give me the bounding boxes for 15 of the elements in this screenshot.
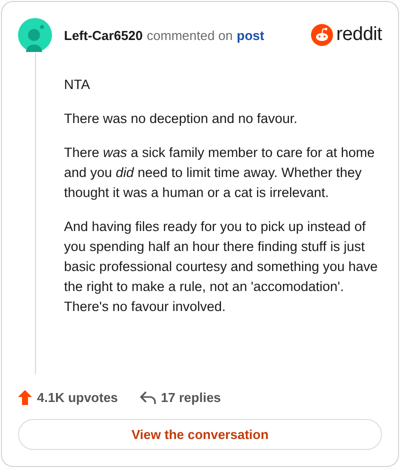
comment-paragraph: NTA: [64, 76, 91, 94]
upvote-arrow-icon[interactable]: [18, 390, 32, 405]
upvote-count: 4.1K upvotes: [37, 390, 118, 405]
view-conversation-button[interactable]: View the conversation: [18, 419, 382, 450]
comment-paragraph: And having files ready for you to pick up instead of you spending half an hour there finding stuff is just basic professional courtesy and something you have the right to make a rule, not an 'accomodation'. There's no favour involved.: [64, 218, 379, 316]
reddit-logo-icon: [311, 24, 334, 46]
post-link[interactable]: post: [236, 28, 264, 42]
comment-paragraph: There was no deception and no favour.: [64, 110, 298, 128]
author-name: Left-Car6520: [64, 28, 143, 42]
action-text: commented on: [146, 28, 233, 42]
brand-wordmark: reddit: [336, 24, 382, 46]
reply-arrow-icon[interactable]: [140, 391, 156, 404]
reply-count: 17 replies: [160, 390, 221, 405]
comment-paragraph: There was a sick family member to care for at home and you did need to limit time away. Whether they thought it was a human or a cat is irrelevant.: [64, 144, 376, 202]
avatar-icon: [18, 18, 52, 52]
